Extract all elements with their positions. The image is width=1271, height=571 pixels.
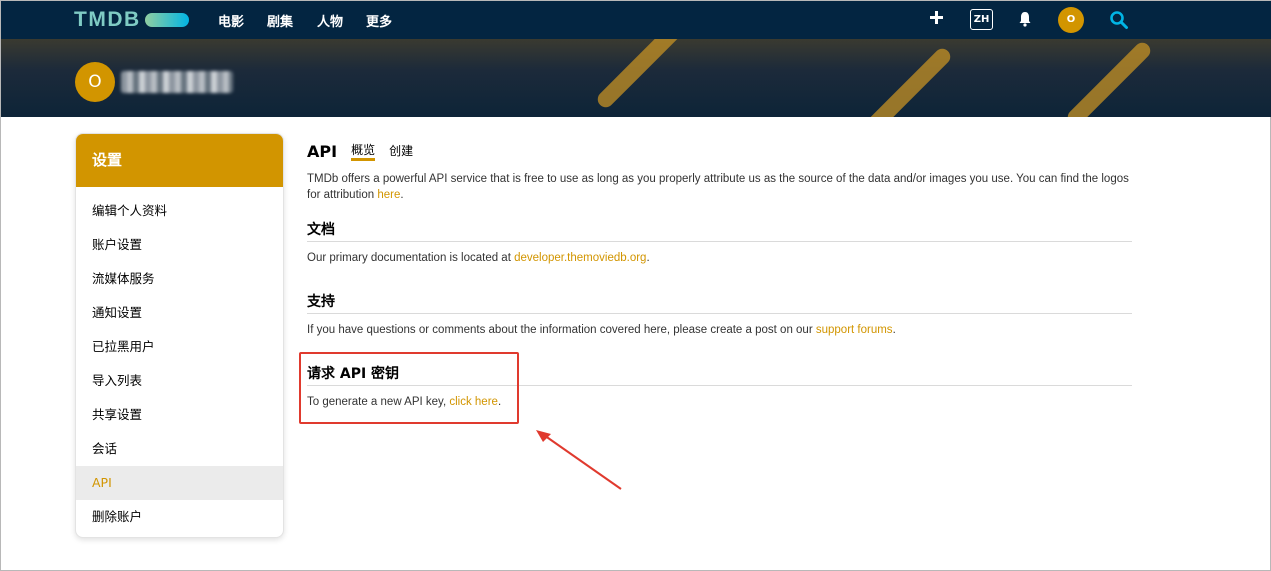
sidebar-item-blocked-users[interactable]: 已拉黑用户 — [76, 330, 283, 364]
settings-sidebar: 设置 编辑个人资料 账户设置 流媒体服务 通知设置 已拉黑用户 导入列表 共享设… — [75, 133, 284, 538]
support-body: If you have questions or comments about … — [307, 324, 816, 336]
nav-people[interactable]: 人物 — [317, 11, 343, 30]
language-button[interactable]: ZH — [970, 9, 993, 30]
user-avatar-button[interactable]: O — [1058, 7, 1084, 33]
logo-text: TMDB — [74, 8, 141, 31]
page-title: API — [307, 142, 338, 161]
intro-text: TMDb offers a powerful API service that … — [307, 173, 1129, 201]
logo-pill-icon — [144, 13, 189, 27]
sidebar-item-streaming-services[interactable]: 流媒体服务 — [76, 262, 283, 296]
docs-link[interactable]: developer.themoviedb.org — [514, 252, 646, 264]
tmdb-logo[interactable]: TMDB — [74, 9, 189, 31]
search-icon[interactable] — [1109, 10, 1129, 30]
request-text: To generate a new API key, click here. — [307, 396, 502, 408]
profile-banner: O — [1, 39, 1271, 117]
plus-icon[interactable] — [929, 10, 945, 26]
blurred-username — [121, 71, 233, 93]
sidebar-item-sessions[interactable]: 会话 — [76, 432, 283, 466]
support-text: If you have questions or comments about … — [307, 324, 896, 336]
request-api-key-heading: 请求 API 密钥 — [307, 363, 1132, 386]
sidebar-item-account-settings[interactable]: 账户设置 — [76, 228, 283, 262]
docs-body: Our primary documentation is located at — [307, 252, 515, 264]
sidebar-list: 编辑个人资料 账户设置 流媒体服务 通知设置 已拉黑用户 导入列表 共享设置 会… — [76, 187, 283, 534]
sidebar-item-delete-account[interactable]: 删除账户 — [76, 500, 283, 534]
attribution-link[interactable]: here — [377, 189, 400, 201]
docs-heading: 文档 — [307, 219, 1132, 242]
nav-movies[interactable]: 电影 — [218, 11, 244, 30]
api-intro-text: TMDb offers a powerful API service that … — [307, 173, 1129, 201]
sidebar-item-notifications[interactable]: 通知设置 — [76, 296, 283, 330]
annotation-arrow-icon — [536, 430, 622, 490]
api-header: API 概览 创建 — [307, 135, 413, 161]
request-body: To generate a new API key, — [307, 396, 450, 408]
nav-more[interactable]: 更多 — [366, 11, 392, 30]
sidebar-item-edit-profile[interactable]: 编辑个人资料 — [76, 194, 283, 228]
bell-icon[interactable] — [1018, 11, 1032, 27]
docs-text: Our primary documentation is located at … — [307, 252, 650, 264]
top-nav: TMDB 电影 剧集 人物 更多 ZH O — [1, 1, 1271, 39]
nav-tv-shows[interactable]: 剧集 — [267, 11, 293, 30]
sidebar-item-import-list[interactable]: 导入列表 — [76, 364, 283, 398]
click-here-link[interactable]: click here — [449, 396, 498, 408]
sidebar-title: 设置 — [76, 134, 283, 187]
sidebar-item-sharing-settings[interactable]: 共享设置 — [76, 398, 283, 432]
tab-create[interactable]: 创建 — [389, 142, 413, 161]
support-heading: 支持 — [307, 291, 1132, 314]
support-forums-link[interactable]: support forums — [816, 324, 893, 336]
profile-avatar[interactable]: O — [75, 62, 115, 102]
sidebar-item-api[interactable]: API — [76, 466, 283, 500]
tab-overview[interactable]: 概览 — [351, 141, 376, 161]
